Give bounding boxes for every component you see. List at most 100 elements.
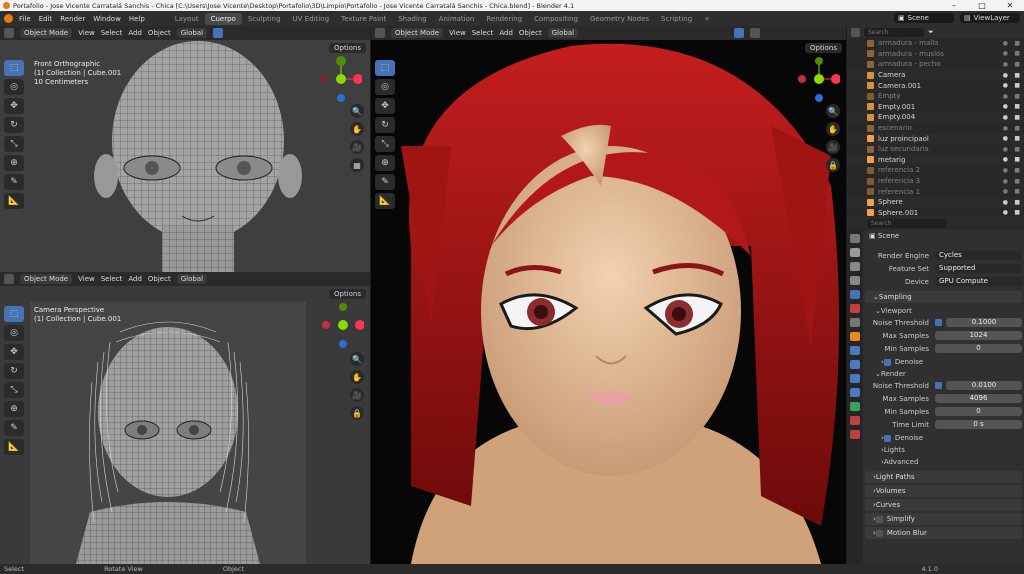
pan-hand-icon[interactable]: ✋	[350, 370, 364, 384]
physics-tab-icon[interactable]	[850, 374, 860, 383]
outliner-item[interactable]: Empty ● ■	[847, 90, 1024, 102]
volumes-panel[interactable]: › Volumes	[865, 485, 1022, 497]
world-tab-icon[interactable]	[850, 304, 860, 313]
lock-icon[interactable]: 🔒	[350, 406, 364, 420]
transform-icon[interactable]: ⊕	[4, 401, 24, 417]
feature-set-dropdown[interactable]: Supported	[935, 264, 1022, 273]
render-camera-icon[interactable]: ■	[1014, 103, 1020, 110]
rotate-icon[interactable]: ↻	[4, 363, 24, 379]
mode-dropdown[interactable]: Object Mode	[20, 28, 73, 38]
camera-view-icon[interactable]: 🎥	[350, 140, 364, 154]
annotate-icon[interactable]: ✎	[4, 174, 24, 190]
lock-icon[interactable]: 🔒	[826, 158, 840, 172]
select-box-icon[interactable]: ⬚	[4, 306, 24, 322]
select-menu[interactable]: Select	[472, 29, 494, 37]
outliner-item[interactable]: Sphere ● ■	[847, 196, 1024, 208]
outliner-item[interactable]: metarig ● ■	[847, 154, 1024, 166]
r-noise-field[interactable]: 0.0100	[946, 381, 1022, 390]
visibility-eye-icon[interactable]: ●	[1003, 156, 1008, 163]
visibility-eye-icon[interactable]: ●	[1003, 167, 1008, 174]
render-camera-icon[interactable]: ■	[1014, 40, 1020, 47]
editor-type-icon[interactable]	[4, 28, 14, 38]
mode-dropdown[interactable]: Object Mode	[20, 274, 73, 284]
camera-view-icon[interactable]: 🎥	[350, 388, 364, 402]
close-icon[interactable]: ✕	[996, 0, 1024, 11]
outliner-item[interactable]: referencia 3 ● ■	[847, 175, 1024, 187]
outliner-item[interactable]: Empty.004 ● ■	[847, 112, 1024, 123]
outliner-item[interactable]: armadura - muslos ● ■	[847, 48, 1024, 60]
visibility-eye-icon[interactable]: ●	[1003, 103, 1008, 110]
render-engine-dropdown[interactable]: Cycles	[935, 251, 1022, 260]
render-camera-icon[interactable]: ■	[1014, 167, 1020, 174]
transform-icon[interactable]: ⊕	[375, 155, 395, 171]
add-menu[interactable]: Add	[128, 29, 142, 37]
workspace-tab[interactable]: Texture Paint	[335, 13, 392, 25]
advanced-subpanel[interactable]: › Advanced	[865, 456, 1022, 468]
output-tab-icon[interactable]	[850, 262, 860, 271]
options-button[interactable]: Options	[328, 43, 366, 53]
outliner-item[interactable]: escenario ● ■	[847, 123, 1024, 134]
viewport-render[interactable]: Object Mode View Select Add Object Globa…	[371, 26, 846, 564]
light-paths-panel[interactable]: › Light Paths	[865, 471, 1022, 483]
vp-min-field[interactable]: 0	[935, 344, 1022, 353]
zoom-icon[interactable]: 🔍	[350, 352, 364, 366]
render-camera-icon[interactable]: ■	[1014, 146, 1020, 153]
editor-type-icon[interactable]	[4, 274, 14, 284]
select-box-icon[interactable]: ⬚	[375, 60, 395, 76]
zoom-icon[interactable]: 🔍	[826, 104, 840, 118]
navigation-gizmo[interactable]	[322, 302, 365, 348]
measure-icon[interactable]: 📐	[375, 193, 395, 209]
scene-selector[interactable]: ▣ Scene	[894, 13, 954, 23]
visibility-eye-icon[interactable]: ●	[1003, 50, 1008, 57]
viewport-subpanel[interactable]: ⌄ Viewport	[865, 305, 1022, 317]
workspace-tab[interactable]: Geometry Nodes	[584, 13, 655, 25]
workspace-tab[interactable]: Rendering	[480, 13, 528, 25]
menu-item[interactable]: File	[19, 15, 31, 23]
add-menu[interactable]: Add	[128, 275, 142, 283]
vp-noise-field[interactable]: 0.1000	[946, 318, 1022, 327]
render-camera-icon[interactable]: ■	[1014, 93, 1020, 100]
maximize-icon[interactable]: □	[968, 0, 996, 11]
tool-tab-icon[interactable]	[850, 234, 860, 243]
pan-hand-icon[interactable]: ✋	[350, 122, 364, 136]
filter-icon[interactable]: ⏷	[928, 28, 934, 37]
workspace-tab[interactable]: Layout	[169, 13, 205, 25]
snap-icon[interactable]	[213, 28, 224, 38]
rotate-icon[interactable]: ↻	[375, 117, 395, 133]
transform-icon[interactable]: ⊕	[4, 155, 24, 171]
modifier-tab-icon[interactable]	[850, 346, 860, 355]
motion-blur-checkbox[interactable]	[875, 529, 883, 537]
visibility-eye-icon[interactable]: ●	[1003, 135, 1008, 142]
render-tab-icon[interactable]	[850, 248, 860, 257]
menu-item[interactable]: Edit	[39, 15, 53, 23]
annotate-icon[interactable]: ✎	[4, 420, 24, 436]
move-icon[interactable]: ✥	[4, 98, 24, 114]
viewport-camera[interactable]: Object Mode View Select Add Object Globa…	[0, 272, 370, 564]
pause-icon[interactable]	[750, 28, 761, 38]
render-subpanel[interactable]: ⌄ Render	[865, 368, 1022, 380]
mode-dropdown[interactable]: Object Mode	[391, 28, 444, 38]
navigation-gizmo[interactable]	[798, 56, 841, 102]
constraints-tab-icon[interactable]	[850, 388, 860, 397]
outliner-item[interactable]: referencia 1 ● ■	[847, 186, 1024, 197]
editor-type-icon[interactable]	[851, 27, 860, 37]
navigation-gizmo[interactable]	[320, 56, 363, 102]
vp-max-field[interactable]: 1024	[935, 331, 1022, 340]
visibility-eye-icon[interactable]: ●	[1003, 93, 1008, 100]
render-camera-icon[interactable]: ■	[1014, 72, 1020, 79]
outliner-item[interactable]: referencia 2 ● ■	[847, 165, 1024, 176]
r-min-field[interactable]: 0	[935, 407, 1022, 416]
scale-icon[interactable]: ⤡	[4, 136, 24, 152]
lights-subpanel[interactable]: › Lights	[865, 444, 1022, 456]
menu-item[interactable]: Help	[129, 15, 145, 23]
motion-blur-panel[interactable]: › Motion Blur	[865, 527, 1022, 539]
render-camera-icon[interactable]: ■	[1014, 61, 1020, 68]
blender-menu-icon[interactable]	[4, 14, 13, 23]
noise-threshold-checkbox[interactable]	[935, 382, 942, 389]
denoise-checkbox[interactable]	[883, 358, 891, 366]
render-camera-icon[interactable]: ■	[1014, 114, 1020, 121]
render-camera-icon[interactable]: ■	[1014, 188, 1020, 195]
render-camera-icon[interactable]: ■	[1014, 125, 1020, 132]
texture-tab-icon[interactable]	[850, 430, 860, 439]
scale-icon[interactable]: ⤡	[4, 382, 24, 398]
